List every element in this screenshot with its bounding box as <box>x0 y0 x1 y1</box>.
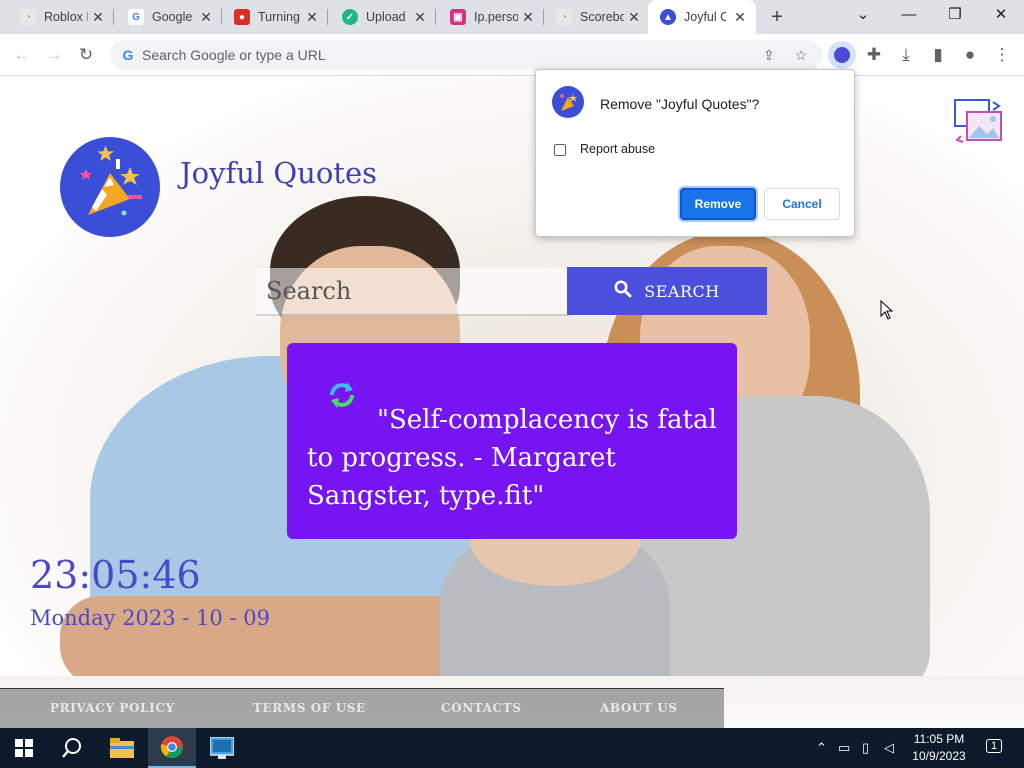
joyful-quotes-extension-button[interactable] <box>828 41 856 69</box>
share-icon[interactable]: ⇪ <box>758 44 780 66</box>
tab-title: Joyful C <box>684 10 726 24</box>
close-tab-icon[interactable]: ✕ <box>732 9 748 25</box>
tab-title: Google <box>152 10 193 24</box>
profile-avatar-icon[interactable]: ● <box>958 43 982 67</box>
site-title: Joyful Quotes <box>180 156 377 190</box>
windows-start-icon[interactable] <box>0 728 48 768</box>
back-arrow-icon[interactable]: ← <box>10 43 34 67</box>
remove-extension-dialog: Remove "Joyful Quotes"? Report abuse Rem… <box>535 69 855 237</box>
tab-google[interactable]: G Google ✕ <box>108 0 222 34</box>
close-tab-icon[interactable]: ✕ <box>90 9 106 25</box>
close-tab-icon[interactable]: ✕ <box>626 9 642 25</box>
ip-favicon-icon: ▣ <box>450 9 466 25</box>
extensions-puzzle-icon[interactable]: ✚ <box>862 43 886 67</box>
new-tab-page: Joyful Quotes SEARCH "Self-complacency i… <box>0 76 1024 728</box>
windows-taskbar: ⌃ ▭ ▯ ◁ 11:05 PM 10/9/2023 1 <box>0 728 1024 768</box>
tab-strip: ◔ Roblox I ✕ G Google ✕ ● Turning ✕ ✓ Up… <box>0 0 1024 34</box>
tab-joyful-quotes[interactable]: ▲ Joyful C ✕ <box>648 0 756 34</box>
restore-button[interactable]: ❐ <box>932 0 978 34</box>
footer-links: PRIVACY POLICY TERMS OF USE CONTACTS ABO… <box>0 688 724 728</box>
tab-turning[interactable]: ● Turning ✕ <box>214 0 328 34</box>
close-tab-icon[interactable]: ✕ <box>304 9 320 25</box>
search-icon[interactable] <box>48 728 96 768</box>
remove-button[interactable]: Remove <box>680 188 756 220</box>
search-input[interactable] <box>256 268 570 314</box>
close-window-button[interactable]: ✕ <box>978 0 1024 34</box>
close-tab-icon[interactable]: ✕ <box>412 9 428 25</box>
system-date: 10/9/2023 <box>912 749 966 763</box>
tab-title: Ip.perso <box>474 10 518 24</box>
quote-card: "Self-complacency is fatal to progress. … <box>287 343 737 539</box>
tab-upload[interactable]: ✓ Upload ✕ <box>322 0 436 34</box>
lock-favicon-icon: ● <box>234 9 250 25</box>
volume-muted-icon[interactable]: ◁ <box>884 740 894 756</box>
party-hat-favicon-icon: ▲ <box>660 9 676 25</box>
search-icon <box>614 280 632 302</box>
dialog-title: Remove "Joyful Quotes"? <box>600 96 760 112</box>
clock-date: Monday 2023 - 10 - 09 <box>30 606 270 630</box>
chevron-up-icon[interactable]: ⌃ <box>816 740 827 756</box>
google-favicon-icon: G <box>128 9 144 25</box>
search-field[interactable] <box>256 268 570 316</box>
cancel-button[interactable]: Cancel <box>764 188 840 220</box>
address-bar[interactable]: G Search Google or type a URL ⇪ ☆ <box>110 40 822 70</box>
bookmark-star-icon[interactable]: ☆ <box>790 44 812 66</box>
tab-ip-person[interactable]: ▣ Ip.perso ✕ <box>430 0 544 34</box>
download-icon[interactable]: ⤓ <box>894 43 918 67</box>
minimize-button[interactable]: — <box>886 0 932 34</box>
tab-search-chevron-icon[interactable]: ⌄ <box>840 0 886 34</box>
tab-title: Turning <box>258 10 300 24</box>
chrome-taskbar-icon[interactable] <box>148 728 196 768</box>
notification-center-icon[interactable]: 1 <box>982 736 1006 760</box>
close-tab-icon[interactable]: ✕ <box>520 9 536 25</box>
browser-toolbar: ← → ↻ G Search Google or type a URL ⇪ ☆ … <box>0 34 1024 76</box>
google-g-icon: G <box>122 47 134 63</box>
party-hat-logo-icon <box>60 137 160 237</box>
tab-title: Upload <box>366 10 406 24</box>
report-abuse-checkbox[interactable] <box>554 144 566 156</box>
file-explorer-icon[interactable] <box>98 728 146 768</box>
network-icon[interactable]: ▯ <box>862 740 869 756</box>
mouse-pointer-icon <box>880 299 894 320</box>
kebab-menu-icon[interactable]: ⋮ <box>990 43 1014 67</box>
tab-title: Scorebo <box>580 10 624 24</box>
notification-count: 1 <box>985 739 1003 753</box>
tab-roblox[interactable]: ◔ Roblox I ✕ <box>0 0 114 34</box>
forward-arrow-icon[interactable]: → <box>42 43 66 67</box>
clock-time: 23:05:46 <box>30 553 201 597</box>
party-hat-icon <box>552 86 584 118</box>
rainbow-favicon-icon: ◔ <box>20 9 36 25</box>
remote-desktop-icon[interactable] <box>198 728 246 768</box>
quote-text: "Self-complacency is fatal to progress. … <box>307 405 717 511</box>
report-abuse-label[interactable]: Report abuse <box>580 142 655 156</box>
system-time: 11:05 PM <box>913 732 965 746</box>
privacy-policy-link[interactable]: PRIVACY POLICY <box>50 701 175 715</box>
change-background-icon[interactable] <box>953 98 1005 144</box>
system-clock[interactable]: 11:05 PM 10/9/2023 <box>900 731 978 765</box>
upload-favicon-icon: ✓ <box>342 9 358 25</box>
terms-of-use-link[interactable]: TERMS OF USE <box>253 701 366 715</box>
address-bar-placeholder: Search Google or type a URL <box>142 47 326 63</box>
close-tab-icon[interactable]: ✕ <box>198 9 214 25</box>
search-button[interactable]: SEARCH <box>567 267 767 315</box>
battery-icon[interactable]: ▭ <box>838 740 850 756</box>
reload-icon[interactable]: ↻ <box>74 43 98 67</box>
rainbow-favicon-icon: ◔ <box>556 9 572 25</box>
screen: ◔ Roblox I ✕ G Google ✕ ● Turning ✕ ✓ Up… <box>0 0 1024 768</box>
side-panel-icon[interactable]: ▮ <box>926 43 950 67</box>
contacts-link[interactable]: CONTACTS <box>441 701 522 715</box>
party-hat-icon <box>834 47 850 63</box>
search-button-label: SEARCH <box>644 281 720 301</box>
tab-title: Roblox I <box>44 10 88 24</box>
tab-scoreboard[interactable]: ◔ Scorebo ✕ <box>536 0 650 34</box>
about-us-link[interactable]: ABOUT US <box>600 701 678 715</box>
new-tab-button[interactable]: + <box>766 6 788 28</box>
